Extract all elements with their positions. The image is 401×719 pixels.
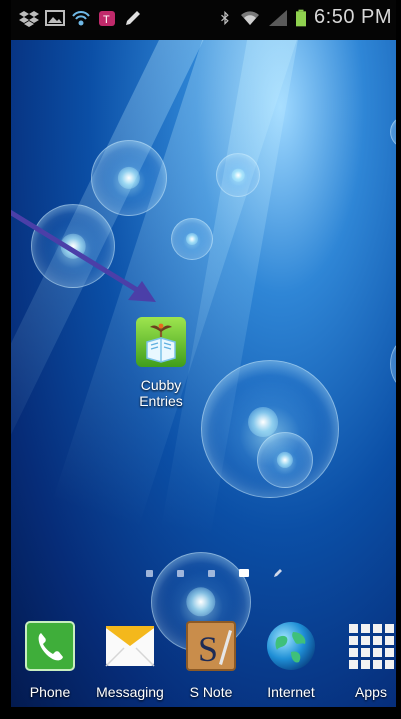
page-dot[interactable] xyxy=(146,569,153,577)
pencil-notification-icon xyxy=(126,11,140,25)
cubby-book-icon xyxy=(136,317,186,367)
page-dot[interactable] xyxy=(177,569,184,577)
phone-icon xyxy=(25,621,75,671)
wifi-icon xyxy=(241,10,260,25)
dock-label-apps: Apps xyxy=(355,684,387,700)
dock: Phone Messaging S S Note Internet Apps xyxy=(11,616,396,707)
messaging-app[interactable]: Messaging xyxy=(90,620,170,700)
annotation-arrow xyxy=(0,203,156,302)
status-bar: T 6:50 PM xyxy=(11,0,396,40)
gallery-icon xyxy=(45,10,65,26)
svg-text:S: S xyxy=(198,629,218,669)
page-dot[interactable] xyxy=(208,569,215,577)
dock-label-internet: Internet xyxy=(267,684,315,700)
phone-screen: Cubby Entries Phone Messaging S S Note I… xyxy=(0,0,401,719)
clock: 6:50 PM xyxy=(314,6,392,28)
apps-button[interactable]: Apps xyxy=(331,620,401,700)
s-note-icon: S xyxy=(186,621,236,671)
page-dot-active[interactable] xyxy=(239,569,249,577)
dock-label-messaging: Messaging xyxy=(96,684,164,700)
globe-icon xyxy=(267,622,315,670)
cubby-entries-app-icon[interactable]: Cubby Entries xyxy=(122,316,200,409)
internet-app[interactable]: Internet xyxy=(251,620,331,700)
envelope-icon xyxy=(105,626,155,667)
svg-text:T: T xyxy=(103,14,110,26)
pencil-icon[interactable] xyxy=(273,568,283,578)
app-label-line2: Entries xyxy=(139,393,183,409)
bluetooth-icon xyxy=(221,10,229,25)
dock-label-phone: Phone xyxy=(29,684,71,700)
app-label-line1: Cubby xyxy=(140,377,182,393)
t-mobile-icon: T xyxy=(99,11,115,26)
apps-grid-icon xyxy=(349,624,394,669)
phone-app[interactable]: Phone xyxy=(10,620,90,700)
signal-icon xyxy=(269,9,288,26)
battery-icon xyxy=(296,9,307,26)
page-indicators[interactable] xyxy=(146,568,283,578)
s-note-app[interactable]: S S Note xyxy=(171,620,251,700)
dock-label-s-note: S Note xyxy=(189,684,233,700)
dropbox-icon xyxy=(19,11,39,27)
wifi-hotspot-icon xyxy=(72,11,90,26)
